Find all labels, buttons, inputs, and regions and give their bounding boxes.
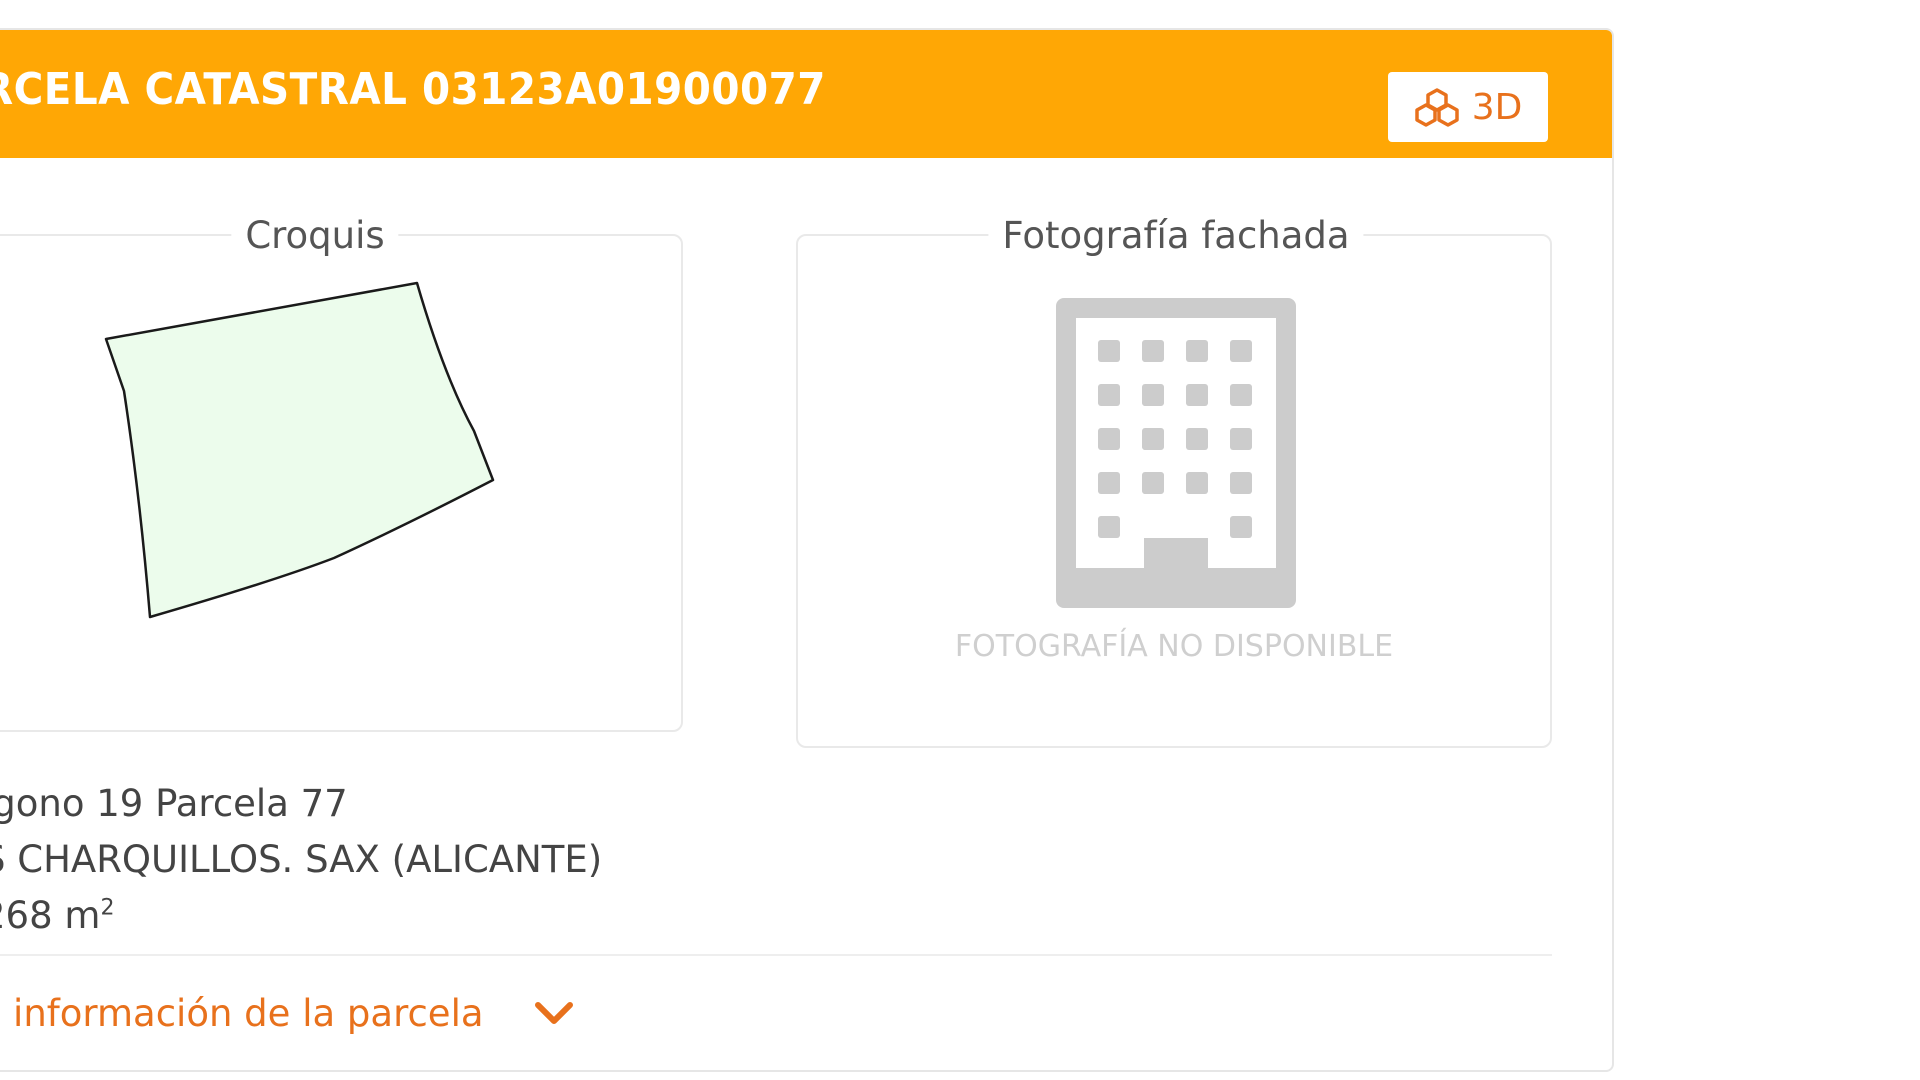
parcel-location: ígono 19 Parcela 77 <box>0 782 348 825</box>
parcel-panel: RCELA CATASTRAL 03123A01900077 3D Croqui… <box>0 28 1614 1072</box>
view-3d-button[interactable]: 3D <box>1388 72 1548 142</box>
facade-legend: Fotografía fachada <box>988 214 1364 257</box>
panel-header: RCELA CATASTRAL 03123A01900077 3D <box>0 30 1612 158</box>
parcel-address: S CHARQUILLOS. SAX (ALICANTE) <box>0 838 603 881</box>
building-icon <box>1056 298 1296 608</box>
facade-photo-box: Fotografía fachada FOTOGRAFÍA NO DISPONI… <box>796 214 1552 748</box>
no-photo-text: FOTOGRAFÍA NO DISPONIBLE <box>954 629 1394 664</box>
view-3d-label: 3D <box>1471 86 1523 128</box>
panel-title: RCELA CATASTRAL 03123A01900077 <box>0 64 826 115</box>
more-info-label: s información de la parcela <box>0 992 484 1035</box>
cubes-icon <box>1414 88 1459 127</box>
parcel-sketch <box>104 281 495 619</box>
parcel-area-value: 268 m <box>0 894 101 937</box>
parcel-area-unit-exponent: 2 <box>100 895 115 921</box>
chevron-down-icon <box>534 1001 573 1024</box>
parcel-polygon <box>104 281 495 619</box>
divider <box>0 954 1552 956</box>
croquis-box: Croquis <box>0 214 683 732</box>
parcel-area: 268 m2 <box>0 894 114 937</box>
more-info-link[interactable]: s información de la parcela <box>0 992 574 1035</box>
